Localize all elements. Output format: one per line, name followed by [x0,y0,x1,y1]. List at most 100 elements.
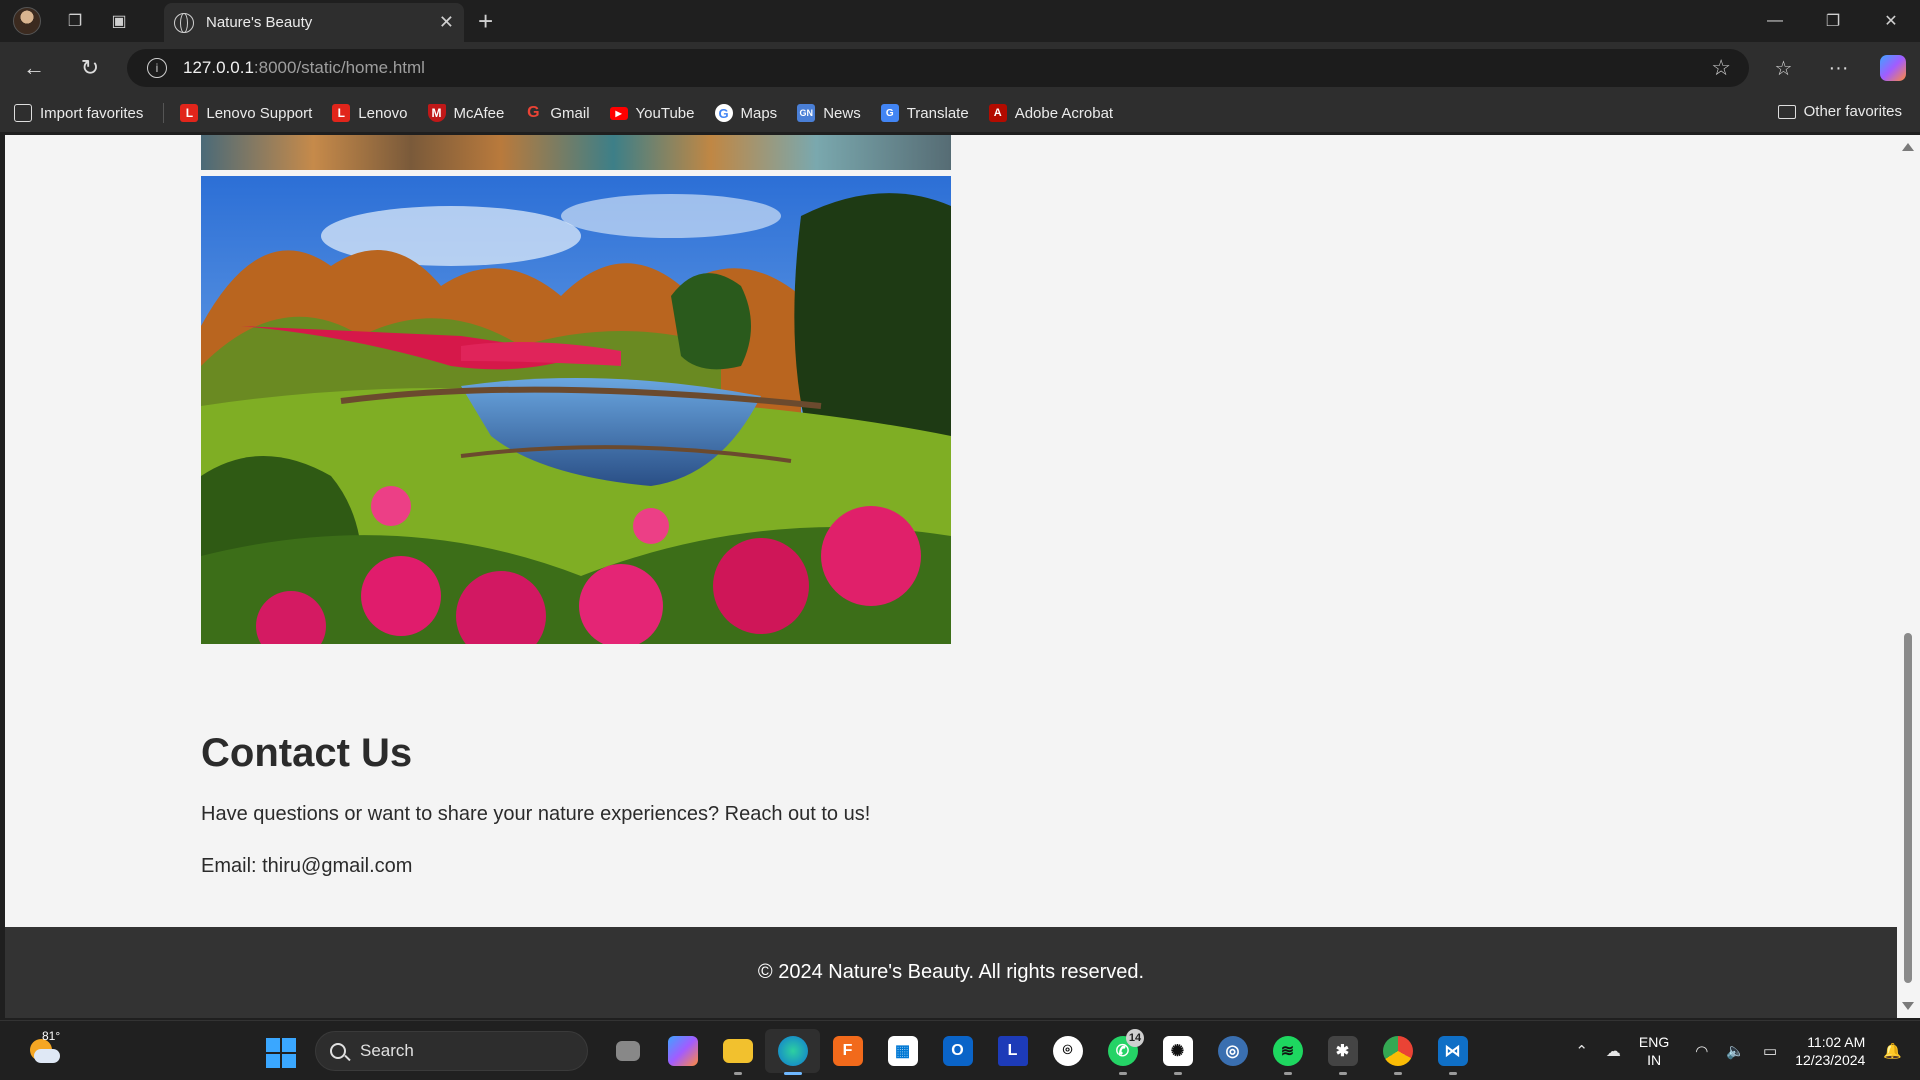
navigation-bar: ← ↻ i 127.0.0.1:8000/static/home.html ☆ … [0,42,1920,94]
footer-copyright: © 2024 Nature's Beauty. All rights reser… [757,961,1145,983]
page-viewport: Contact Us Have questions or want to sha… [5,135,1897,1018]
chatgpt-app[interactable]: ✺ [1150,1029,1205,1075]
favorites-bar: Import favorites L Lenovo Support L Leno… [0,94,1920,132]
url-host: 127.0.0.1 [183,58,254,77]
edge-icon [777,1036,808,1066]
page-scrollbar[interactable] [1897,135,1920,1018]
site-info-icon[interactable]: i [147,58,167,78]
taskbar-search[interactable]: Search [315,1031,588,1071]
favorite-label: YouTube [635,104,695,122]
windows-taskbar: 81° Search F ▦ O L ⌾ ✆ 14 ✺ ◎ ≋ ✱ ⋈ ⌃ ☁ E… [0,1020,1920,1080]
favorite-label: Translate [906,104,969,122]
microsoft-store-app[interactable]: ▦ [875,1029,930,1073]
github-icon: ⌾ [1052,1036,1083,1066]
vscode-icon: ⋈ [1437,1036,1468,1066]
spotify-app[interactable]: ≋ [1260,1029,1315,1075]
contact-description: Have questions or want to share your nat… [201,803,871,825]
github-app[interactable]: ⌾ [1040,1029,1095,1073]
browser-titlebar: ❐ ▣ Nature's Beauty ✕ + — ❐ ✕ [0,0,1920,42]
more-options-icon[interactable]: ··· [1811,57,1866,80]
onedrive-icon[interactable]: ☁ [1606,1042,1621,1060]
address-bar[interactable]: i 127.0.0.1:8000/static/home.html ☆ [127,49,1749,87]
favorite-import[interactable]: Import favorites [14,104,143,122]
notification-bell-icon[interactable]: 🔔 [1883,1042,1902,1060]
workspaces-icon[interactable]: ❐ [61,7,89,35]
language-indicator[interactable]: ENG IN [1639,1033,1669,1069]
bug-icon: ✱ [1327,1036,1358,1066]
mcafee-icon: M [427,104,446,122]
language-code: ENG [1638,1034,1670,1050]
favorite-label: McAfee [453,104,505,122]
lenovo-icon: L [180,104,199,122]
favorite-mcafee[interactable]: M McAfee [427,104,505,122]
scroll-up-icon[interactable] [1902,143,1914,151]
chevron-up-icon[interactable]: ⌃ [1575,1042,1588,1060]
garden-landscape-image [201,176,951,644]
restore-icon[interactable]: ❐ [1804,0,1862,42]
favorite-adobe-acrobat[interactable]: A Adobe Acrobat [988,104,1114,122]
close-tab-icon[interactable]: ✕ [439,12,454,33]
favorite-lenovo[interactable]: L Lenovo [332,104,408,122]
volume-icon[interactable]: 🔈 [1726,1042,1745,1060]
favorite-lenovo-support[interactable]: L Lenovo Support [180,104,312,122]
gallery-image-garden [201,176,951,644]
favorite-star-icon[interactable]: ☆ [1711,55,1731,81]
acrobat-icon: A [988,104,1007,122]
toolbar-right: ☆ ··· [1756,42,1920,94]
windows-start-icon[interactable] [266,1038,296,1068]
vscode-app[interactable]: ⋈ [1425,1029,1480,1075]
favorite-translate[interactable]: G Translate [880,104,969,122]
weather-widget[interactable]: 81° [26,1029,60,1067]
profile-avatar[interactable] [13,7,41,35]
window-controls: — ❐ ✕ [1746,0,1920,42]
copilot-app[interactable] [655,1029,710,1073]
favorite-gmail[interactable]: G Gmail [524,104,590,122]
new-tab-button[interactable]: + [478,6,493,37]
favorite-label: Lenovo [358,104,408,122]
back-icon[interactable]: ← [14,48,54,88]
scrollbar-thumb[interactable] [1904,633,1912,983]
outlook-app[interactable]: O [930,1029,985,1073]
region-code: IN [1647,1052,1662,1068]
vertical-tabs-icon[interactable]: ▣ [105,7,133,35]
favorite-label: Import favorites [40,104,144,122]
bug-app[interactable]: ✱ [1315,1029,1370,1075]
outlook-icon: O [942,1036,973,1066]
whatsapp-app[interactable]: ✆ 14 [1095,1029,1150,1075]
tab-title: Nature's Beauty [206,14,313,31]
favorite-youtube[interactable]: ▶ YouTube [609,104,695,122]
edge-app[interactable] [765,1029,820,1075]
minimize-icon[interactable]: — [1746,0,1804,42]
favorite-maps[interactable]: G Maps [714,104,778,122]
refresh-icon[interactable]: ↻ [70,48,110,88]
search-label: Search [360,1041,414,1060]
close-window-icon[interactable]: ✕ [1862,0,1920,42]
other-favorites[interactable]: Other favorites [1777,103,1902,120]
task-view-icon [615,1041,640,1061]
copilot-icon [667,1036,698,1066]
favorite-label: Adobe Acrobat [1014,104,1114,122]
scroll-down-icon[interactable] [1902,1002,1914,1010]
globe-app-icon: ◎ [1217,1036,1248,1066]
chrome-app[interactable] [1370,1029,1425,1075]
folder-icon [1777,104,1796,119]
copilot-icon[interactable] [1880,55,1906,81]
task-view-app[interactable] [600,1029,655,1073]
file-explorer-app[interactable] [710,1029,765,1075]
weather-temp: 81° [42,1029,61,1043]
favorite-news[interactable]: GN News [797,104,861,122]
taskbar-apps: F ▦ O L ⌾ ✆ 14 ✺ ◎ ≋ ✱ ⋈ [600,1029,1480,1075]
fl-studio-app[interactable]: F [820,1029,875,1073]
news-icon: GN [797,104,816,122]
lenovo-app[interactable]: L [985,1029,1040,1073]
lenovo-icon: L [332,104,351,122]
network-app[interactable]: ◎ [1205,1029,1260,1073]
wifi-icon[interactable]: ◠ [1695,1042,1708,1060]
clock[interactable]: 11:02 AM 12/23/2024 [1795,1033,1865,1069]
tab-natures-beauty[interactable]: Nature's Beauty ✕ [164,3,464,42]
favorites-icon[interactable]: ☆ [1756,56,1811,81]
favorite-label: Maps [740,104,778,122]
url-path: :8000/static/home.html [253,58,425,77]
battery-icon[interactable]: ▭ [1763,1042,1777,1060]
chatgpt-icon: ✺ [1162,1036,1193,1066]
